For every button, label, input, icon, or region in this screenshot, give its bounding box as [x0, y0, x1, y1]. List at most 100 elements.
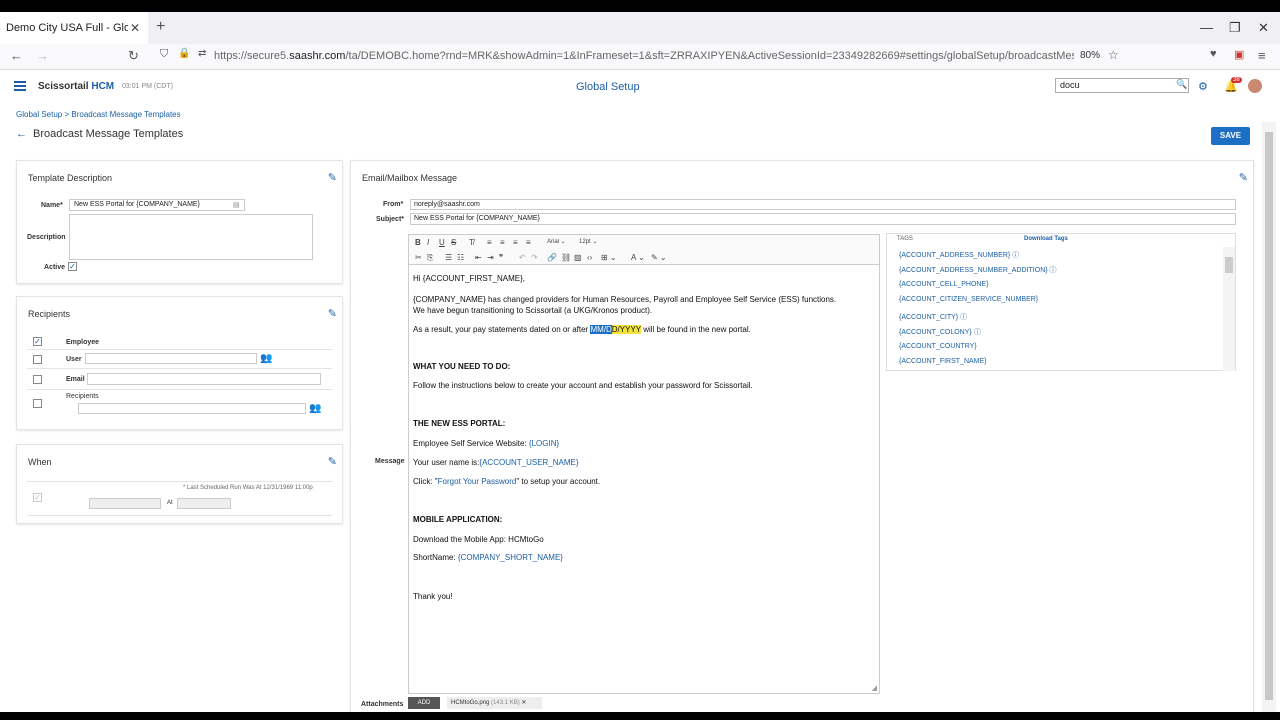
- scroll-thumb[interactable]: [1265, 132, 1273, 700]
- size-select[interactable]: 12pt ⌄: [579, 238, 597, 245]
- strikethrough-button[interactable]: S: [451, 238, 456, 247]
- tags-scrollbar[interactable]: [1223, 247, 1235, 371]
- back-arrow-icon[interactable]: ←: [16, 128, 27, 140]
- from-input[interactable]: noreply@saashr.com: [410, 199, 1236, 210]
- zoom-level[interactable]: 80%: [1080, 50, 1100, 61]
- edit-pencil-icon[interactable]: ✎: [328, 455, 337, 468]
- link-icon[interactable]: 🔗: [547, 253, 557, 262]
- employee-checkbox[interactable]: ✓: [33, 337, 42, 346]
- tag-item[interactable]: {ACCOUNT_FIRST_NAME}: [899, 358, 987, 365]
- date-input[interactable]: [89, 498, 161, 509]
- restore-icon[interactable]: ❐: [1229, 20, 1241, 36]
- info-icon[interactable]: ⓘ: [1050, 267, 1057, 274]
- font-select[interactable]: Arial ⌄: [547, 238, 566, 245]
- name-input[interactable]: New ESS Portal for {COMPANY_NAME}: [69, 199, 245, 211]
- underline-button[interactable]: U: [439, 238, 445, 247]
- subject-input[interactable]: New ESS Portal for {COMPANY_NAME}: [410, 213, 1236, 225]
- image-icon[interactable]: ▨: [574, 253, 582, 262]
- download-tags-link[interactable]: Download Tags: [1024, 236, 1068, 242]
- reload-icon[interactable]: ↻: [128, 48, 139, 64]
- help-icon[interactable]: ⚙: [1198, 80, 1208, 93]
- numbered-list-icon[interactable]: ☷: [457, 253, 464, 262]
- email-checkbox[interactable]: [33, 375, 42, 384]
- permissions-icon[interactable]: ⇄: [198, 48, 206, 59]
- tag-item[interactable]: {ACCOUNT_COLONY} ⓘ: [899, 327, 981, 337]
- info-icon[interactable]: ⓘ: [960, 314, 967, 321]
- search-icon[interactable]: 🔍: [1176, 79, 1187, 90]
- edit-pencil-icon[interactable]: ✎: [328, 171, 337, 184]
- recipients-input[interactable]: [78, 403, 306, 414]
- tag-picker-icon[interactable]: ▤: [233, 201, 240, 209]
- hamburger-menu-icon[interactable]: [14, 81, 26, 91]
- when-checkbox[interactable]: ✓: [33, 493, 42, 502]
- message-editor[interactable]: Hi {ACCOUNT_FIRST_NAME}, {COMPANY_NAME} …: [408, 264, 880, 694]
- copy-icon[interactable]: ⎘: [427, 253, 433, 263]
- description-textarea[interactable]: [69, 214, 313, 260]
- body-line: Hi {ACCOUNT_FIRST_NAME},: [413, 274, 526, 283]
- window-close-icon[interactable]: ✕: [1258, 20, 1269, 36]
- resize-handle-icon[interactable]: ◢: [872, 684, 877, 692]
- align-justify-icon[interactable]: ≡: [526, 238, 531, 247]
- back-icon[interactable]: ←: [10, 48, 23, 63]
- bookmark-star-icon[interactable]: ☆: [1108, 48, 1119, 62]
- page-scrollbar[interactable]: [1262, 122, 1276, 712]
- scroll-thumb[interactable]: [1225, 257, 1233, 273]
- remove-icon[interactable]: ✕: [521, 700, 526, 706]
- tag-item[interactable]: {ACCOUNT_ADDRESS_NUMBER_ADDITION} ⓘ: [899, 265, 1057, 275]
- undo-icon[interactable]: ↶: [519, 253, 526, 262]
- email-input[interactable]: [87, 373, 321, 385]
- new-tab-icon[interactable]: +: [156, 18, 165, 36]
- edit-pencil-icon[interactable]: ✎: [328, 307, 337, 320]
- highlight-color-icon[interactable]: ✎ ⌄: [651, 253, 667, 262]
- extension-icon[interactable]: ▣: [1234, 48, 1244, 61]
- pocket-icon[interactable]: ♥: [1210, 48, 1217, 60]
- unlink-icon[interactable]: ⛓: [561, 253, 571, 262]
- code-icon[interactable]: ‹›: [587, 253, 592, 262]
- add-attachment-button[interactable]: ADD: [408, 697, 440, 709]
- address-bar[interactable]: https://secure5.saashr.com/ta/DEMOBC.hom…: [214, 50, 1074, 62]
- italic-button[interactable]: I: [427, 238, 429, 247]
- align-right-icon[interactable]: ≡: [513, 238, 518, 247]
- time-input[interactable]: [177, 498, 231, 509]
- link-text[interactable]: Forgot Your Password: [438, 477, 517, 486]
- bold-button[interactable]: B: [415, 238, 421, 247]
- menu-icon[interactable]: ≡: [1258, 48, 1266, 63]
- recipients-picker-icon[interactable]: 👥: [309, 403, 321, 414]
- notification-badge: 38: [1231, 77, 1242, 83]
- quote-icon[interactable]: ❞: [499, 253, 503, 262]
- tag-item[interactable]: {ACCOUNT_CITY} ⓘ: [899, 312, 967, 322]
- edit-pencil-icon[interactable]: ✎: [1239, 171, 1248, 184]
- save-button[interactable]: SAVE: [1211, 127, 1250, 145]
- close-icon[interactable]: ✕: [128, 21, 142, 35]
- align-center-icon[interactable]: ≡: [500, 238, 505, 247]
- outdent-icon[interactable]: ⇤: [475, 253, 482, 262]
- minimize-icon[interactable]: —: [1200, 20, 1213, 35]
- user-checkbox[interactable]: [33, 355, 42, 364]
- cut-icon[interactable]: ✂: [415, 253, 422, 262]
- tag-item[interactable]: {ACCOUNT_COUNTRY}: [899, 343, 977, 350]
- table-icon[interactable]: ⊞ ⌄: [601, 253, 617, 262]
- shield-icon[interactable]: ⛉: [160, 48, 168, 61]
- user-input[interactable]: [85, 353, 257, 364]
- info-icon[interactable]: ⓘ: [974, 329, 981, 336]
- active-checkbox[interactable]: ✓: [68, 262, 77, 271]
- tag-item[interactable]: {ACCOUNT_CELL_PHONE}: [899, 281, 988, 288]
- search-input[interactable]: docu: [1055, 78, 1189, 93]
- forward-icon[interactable]: →: [36, 48, 49, 63]
- attachment-chip[interactable]: HCMtoGo.png (143.1 KB) ✕: [447, 697, 542, 709]
- breadcrumb[interactable]: Global Setup > Broadcast Message Templat…: [16, 110, 181, 119]
- info-icon[interactable]: ⓘ: [1012, 252, 1019, 259]
- font-color-icon[interactable]: A ⌄: [631, 253, 645, 262]
- clear-format-icon[interactable]: T̸: [469, 238, 474, 247]
- recipients-checkbox[interactable]: [33, 399, 42, 408]
- avatar[interactable]: [1248, 79, 1262, 93]
- redo-icon[interactable]: ↷: [531, 253, 538, 262]
- tag-item[interactable]: {ACCOUNT_CITIZEN_SERVICE_NUMBER}: [899, 296, 1038, 303]
- user-picker-icon[interactable]: 👥: [260, 353, 272, 364]
- browser-tab[interactable]: Demo City USA Full - Global Setup ✕: [0, 12, 148, 44]
- tag-item[interactable]: {ACCOUNT_ADDRESS_NUMBER} ⓘ: [899, 250, 1019, 260]
- bullet-list-icon[interactable]: ☰: [445, 253, 452, 262]
- indent-icon[interactable]: ⇥: [487, 253, 494, 262]
- align-left-icon[interactable]: ≡: [487, 238, 492, 247]
- lock-icon[interactable]: 🔒: [178, 48, 190, 59]
